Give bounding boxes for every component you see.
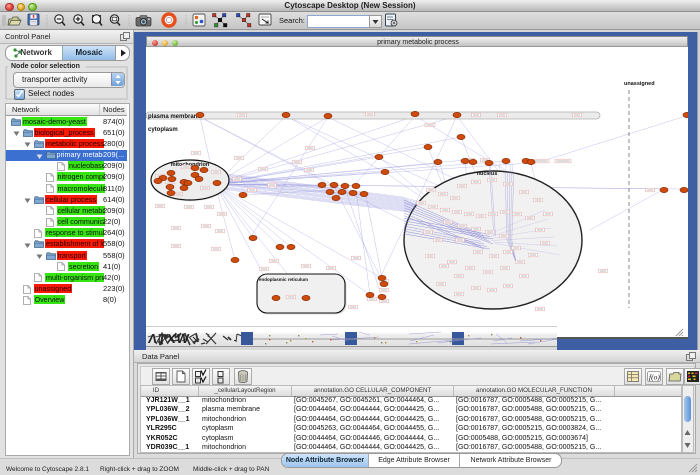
svg-text:unassigned: unassigned bbox=[624, 81, 655, 87]
svg-text:Search:: Search: bbox=[279, 16, 305, 25]
svg-text:nucleus: nucleus bbox=[477, 171, 498, 177]
svg-text:endoplasmic reticulum: endoplasmic reticulum bbox=[259, 277, 308, 282]
svg-text:f(o): f(o) bbox=[649, 373, 660, 382]
svg-text:ΛTΧW: ΛTΧW bbox=[147, 331, 191, 346]
svg-text:plasma membrane: plasma membrane bbox=[148, 114, 201, 120]
svg-text:cytoplasm: cytoplasm bbox=[148, 127, 178, 133]
